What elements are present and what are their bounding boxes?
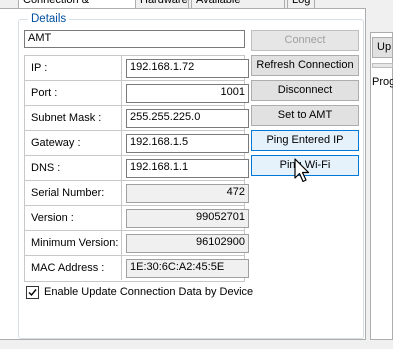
- device-name-field[interactable]: AMT: [24, 30, 245, 48]
- version-label: Version :: [31, 212, 74, 224]
- column-divider: [121, 156, 122, 180]
- field-row-mac-address: MAC Address : 1E:30:6C:A2:45:5E: [25, 256, 249, 281]
- mac-address-label: MAC Address :: [31, 262, 105, 274]
- column-divider: [121, 181, 122, 205]
- gateway-label: Gateway :: [31, 137, 81, 149]
- set-to-amt-button[interactable]: Set to AMT: [251, 105, 359, 126]
- update-button[interactable]: Up: [372, 37, 393, 58]
- serial-number-label: Serial Number:: [31, 187, 105, 199]
- version-field: 99052701: [126, 209, 249, 228]
- column-divider: [121, 231, 122, 255]
- column-divider: [121, 256, 122, 280]
- ip-label: IP :: [31, 62, 48, 74]
- ip-field[interactable]: 192.168.1.72: [126, 59, 249, 78]
- field-row-port: Port : 1001: [25, 81, 249, 106]
- enable-update-checkbox[interactable]: [26, 286, 39, 299]
- field-row-minimum-version: Minimum Version: 96102900: [25, 231, 249, 256]
- disconnect-button[interactable]: Disconnect: [251, 80, 359, 101]
- connect-button[interactable]: Connect: [251, 30, 359, 51]
- port-field[interactable]: 1001: [126, 84, 249, 103]
- subnet-mask-label: Subnet Mask :: [31, 112, 102, 124]
- mac-address-field: 1E:30:6C:A2:45:5E: [126, 259, 249, 278]
- tab-hardware[interactable]: Hardware: [135, 0, 189, 8]
- column-divider: [121, 81, 122, 105]
- enable-update-label[interactable]: Enable Update Connection Data by Device: [44, 285, 253, 300]
- dns-label: DNS :: [31, 162, 61, 174]
- field-row-version: Version : 99052701: [25, 206, 249, 231]
- dns-field[interactable]: 192.168.1.1: [126, 159, 249, 178]
- serial-number-field: 472: [126, 184, 249, 203]
- field-row-subnet-mask: Subnet Mask : 255.255.225.0: [25, 106, 249, 131]
- progress-label: Prog: [372, 76, 393, 88]
- checkmark-icon: [28, 289, 37, 297]
- ping-entered-ip-button[interactable]: Ping Entered IP: [251, 130, 359, 151]
- tab-log[interactable]: Log: [287, 0, 315, 8]
- details-legend: Details: [28, 11, 70, 27]
- connection-fields-table: IP : 192.168.1.72 Port : 1001 Subnet Mas…: [24, 55, 249, 282]
- field-row-dns: DNS : 192.168.1.1: [25, 156, 249, 181]
- gateway-field[interactable]: 192.168.1.5: [126, 134, 249, 153]
- port-label: Port :: [31, 87, 58, 99]
- field-row-serial-number: Serial Number: 472: [25, 181, 249, 206]
- minimum-version-label: Minimum Version:: [31, 237, 119, 249]
- column-divider: [121, 206, 122, 230]
- subnet-mask-field[interactable]: 255.255.225.0: [126, 109, 249, 128]
- field-row-gateway: Gateway : 192.168.1.5: [25, 131, 249, 156]
- field-row-ip: IP : 192.168.1.72: [25, 56, 249, 81]
- progress-bar: [372, 63, 393, 68]
- mouse-cursor-icon: [294, 158, 310, 184]
- column-divider: [121, 131, 122, 155]
- column-divider: [121, 56, 122, 80]
- minimum-version-field: 96102900: [126, 234, 249, 253]
- tab-available-devices[interactable]: Available Devices: [191, 0, 285, 8]
- refresh-connection-button[interactable]: Refresh Connection: [251, 55, 359, 76]
- column-divider: [121, 106, 122, 130]
